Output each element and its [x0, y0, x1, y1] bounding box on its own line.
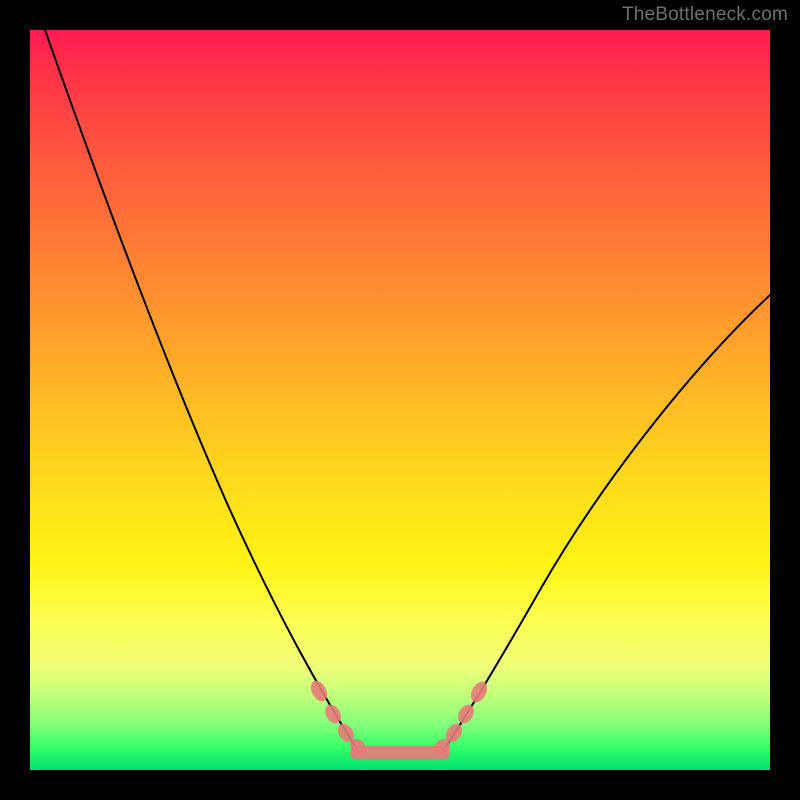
- chart-frame: TheBottleneck.com: [0, 0, 800, 800]
- marker-point: [468, 679, 491, 705]
- chart-svg: [30, 30, 770, 770]
- curve-right-branch: [445, 295, 770, 748]
- plot-area: [30, 30, 770, 770]
- watermark-text: TheBottleneck.com: [622, 4, 788, 26]
- marker-point: [455, 702, 477, 726]
- curve-left-branch: [45, 30, 356, 748]
